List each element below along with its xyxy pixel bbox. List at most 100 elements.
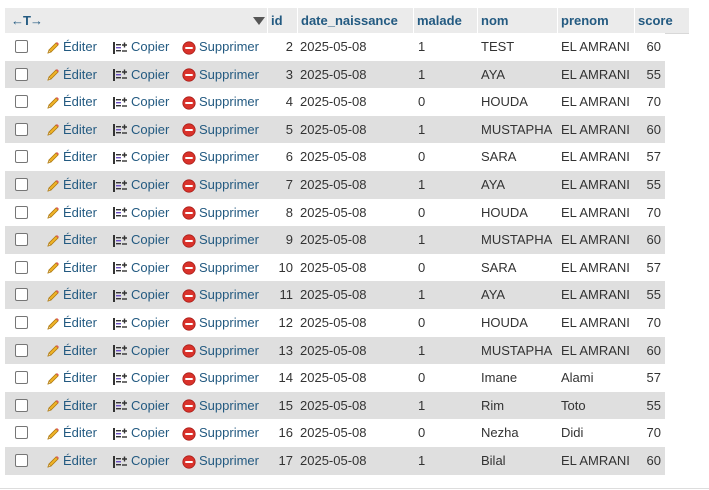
delete-button[interactable]: Supprimer [182, 226, 259, 253]
edit-button[interactable]: Éditer [46, 143, 97, 170]
column-header-prenom[interactable]: prenom [561, 8, 609, 33]
edit-button[interactable]: Éditer [46, 309, 97, 336]
edit-button[interactable]: Éditer [46, 171, 97, 198]
delete-button[interactable]: Supprimer [182, 364, 259, 391]
edit-button[interactable]: Éditer [46, 337, 97, 364]
edit-button[interactable]: Éditer [46, 88, 97, 115]
row-checkbox[interactable] [15, 150, 28, 164]
cell-prenom: Toto [561, 397, 586, 413]
pencil-icon [47, 345, 59, 357]
pencil-icon [47, 400, 59, 412]
copy-button[interactable]: Copier [112, 33, 169, 60]
delete-button[interactable]: Supprimer [182, 143, 259, 170]
delete-button[interactable]: Supprimer [182, 392, 259, 419]
pencil-icon [47, 317, 59, 330]
row-checkbox[interactable] [15, 260, 28, 274]
delete-button[interactable]: Supprimer [182, 199, 259, 226]
edit-button[interactable]: Éditer [46, 419, 97, 446]
row-checkbox[interactable] [15, 40, 28, 53]
copy-button[interactable]: Copier [112, 337, 169, 364]
cell-nom: Imane [481, 370, 518, 386]
copy-button[interactable]: Copier [112, 88, 169, 115]
row-checkbox[interactable] [15, 398, 28, 412]
edit-button[interactable]: Éditer [46, 392, 97, 419]
delete-button[interactable]: Supprimer [182, 281, 259, 308]
cell-score: 55 [646, 66, 661, 82]
copy-button[interactable]: Copier [112, 364, 169, 391]
edit-button[interactable]: Éditer [46, 364, 97, 391]
copy-button[interactable]: Copier [112, 116, 169, 143]
cell-id: 7 [285, 177, 293, 192]
edit-button[interactable]: Éditer [46, 254, 97, 281]
row-checkbox[interactable] [15, 178, 28, 191]
row-checkbox[interactable] [15, 233, 28, 247]
pencil-icon [47, 179, 59, 192]
delete-label: Supprimer [199, 94, 259, 110]
delete-button[interactable]: Supprimer [182, 254, 259, 281]
delete-button[interactable]: Supprimer [182, 33, 259, 60]
copy-button[interactable]: Copier [112, 171, 169, 198]
delete-button[interactable]: Supprimer [182, 88, 259, 115]
row-checkbox[interactable] [15, 288, 28, 302]
column-header-id[interactable]: id [271, 8, 283, 33]
column-header-nom[interactable]: nom [481, 8, 508, 33]
table-view: ←T→ id date_naissance malade nom prenom … [0, 0, 709, 490]
cell-score: 70 [646, 315, 661, 330]
cell-id: 8 [285, 204, 293, 220]
row-checkbox[interactable] [15, 343, 28, 357]
column-header-malade[interactable]: malade [417, 8, 462, 33]
cell-prenom: EL AMRANI [561, 342, 630, 358]
copy-label: Copier [131, 66, 170, 82]
row-checkbox[interactable] [15, 316, 28, 329]
copy-button[interactable]: Copier [112, 419, 169, 446]
row-checkbox[interactable] [15, 426, 28, 440]
cell-score: 57 [646, 259, 661, 275]
delete-icon [182, 289, 196, 303]
copy-button[interactable]: Copier [112, 447, 169, 474]
edit-button[interactable]: Éditer [46, 61, 97, 88]
copy-button[interactable]: Copier [112, 199, 169, 226]
copy-button[interactable]: Copier [112, 226, 169, 253]
delete-button[interactable]: Supprimer [182, 309, 259, 336]
cell-score: 70 [646, 425, 661, 441]
row-checkbox[interactable] [15, 205, 28, 219]
table-row: Éditer Copier Supprimer 12 2025-05-08 0 … [5, 309, 665, 337]
copy-icon [113, 455, 127, 468]
copy-button[interactable]: Copier [112, 61, 169, 88]
cell-id: 17 [278, 453, 293, 468]
cell-malade: 1 [418, 232, 426, 248]
cell-prenom: EL AMRANI [561, 232, 630, 248]
copy-button[interactable]: Copier [112, 309, 169, 336]
edit-button[interactable]: Éditer [46, 281, 97, 308]
delete-icon [182, 68, 196, 82]
edit-button[interactable]: Éditer [46, 447, 97, 474]
copy-button[interactable]: Copier [112, 281, 169, 308]
cell-score: 57 [646, 149, 661, 165]
edit-button[interactable]: Éditer [46, 199, 97, 226]
cell-date-naissance: 2025-05-08 [300, 259, 367, 275]
edit-label: Éditer [63, 259, 97, 275]
row-checkbox[interactable] [15, 122, 28, 136]
row-checkbox[interactable] [15, 67, 28, 81]
copy-button[interactable]: Copier [112, 143, 169, 170]
delete-button[interactable]: Supprimer [182, 61, 259, 88]
row-checkbox[interactable] [15, 454, 28, 467]
delete-button[interactable]: Supprimer [182, 419, 259, 446]
delete-button[interactable]: Supprimer [182, 447, 259, 474]
edit-label: Éditer [63, 425, 97, 441]
sort-arrow-icon[interactable] [253, 17, 265, 25]
delete-button[interactable]: Supprimer [182, 171, 259, 198]
column-resize-arrows[interactable]: ←T→ [11, 8, 43, 33]
copy-button[interactable]: Copier [112, 254, 169, 281]
row-checkbox[interactable] [15, 371, 28, 385]
edit-button[interactable]: Éditer [46, 116, 97, 143]
delete-button[interactable]: Supprimer [182, 337, 259, 364]
row-checkbox[interactable] [15, 95, 28, 109]
column-header-date-naissance[interactable]: date_naissance [301, 8, 398, 33]
pencil-icon [47, 262, 59, 274]
edit-button[interactable]: Éditer [46, 33, 97, 60]
copy-button[interactable]: Copier [112, 392, 169, 419]
delete-button[interactable]: Supprimer [182, 116, 259, 143]
edit-button[interactable]: Éditer [46, 226, 97, 253]
column-header-score[interactable]: score [638, 8, 673, 33]
